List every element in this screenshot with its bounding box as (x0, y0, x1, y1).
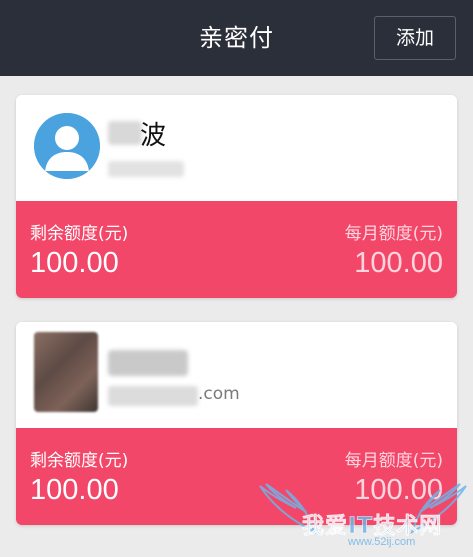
add-button[interactable]: 添加 (374, 16, 456, 60)
intimate-pay-card[interactable]: .com 剩余额度(元) 每月额度(元) 100.00 100.00 (16, 322, 457, 525)
monthly-label: 每月额度(元) (344, 224, 443, 244)
email-suffix: .com (198, 384, 240, 404)
intimate-pay-card[interactable]: 波 剩余额度(元) 每月额度(元) 100.00 100.00 (16, 95, 457, 298)
remaining-amount: 100.00 (30, 474, 119, 506)
top-bar: 亲密付 添加 (0, 0, 473, 76)
monthly-amount: 100.00 (354, 247, 443, 279)
avatar-photo-obscured (34, 332, 98, 412)
remaining-label: 剩余额度(元) (30, 451, 129, 471)
account-obscured (108, 386, 198, 406)
quota-band: 剩余额度(元) 每月额度(元) 100.00 100.00 (16, 428, 457, 525)
quota-band: 剩余额度(元) 每月额度(元) 100.00 100.00 (16, 201, 457, 298)
monthly-amount: 100.00 (354, 474, 443, 506)
card-profile: 波 (16, 95, 457, 201)
contact-name: 波 (140, 121, 167, 151)
remaining-label: 剩余额度(元) (30, 224, 129, 244)
monthly-label: 每月额度(元) (344, 451, 443, 471)
name-obscured (108, 121, 142, 145)
account-obscured (108, 161, 184, 177)
card-profile: .com (16, 322, 457, 428)
default-user-icon (34, 113, 100, 179)
remaining-amount: 100.00 (30, 247, 119, 279)
name-obscured (108, 350, 188, 376)
watermark-url: www.52ij.com (348, 536, 416, 548)
